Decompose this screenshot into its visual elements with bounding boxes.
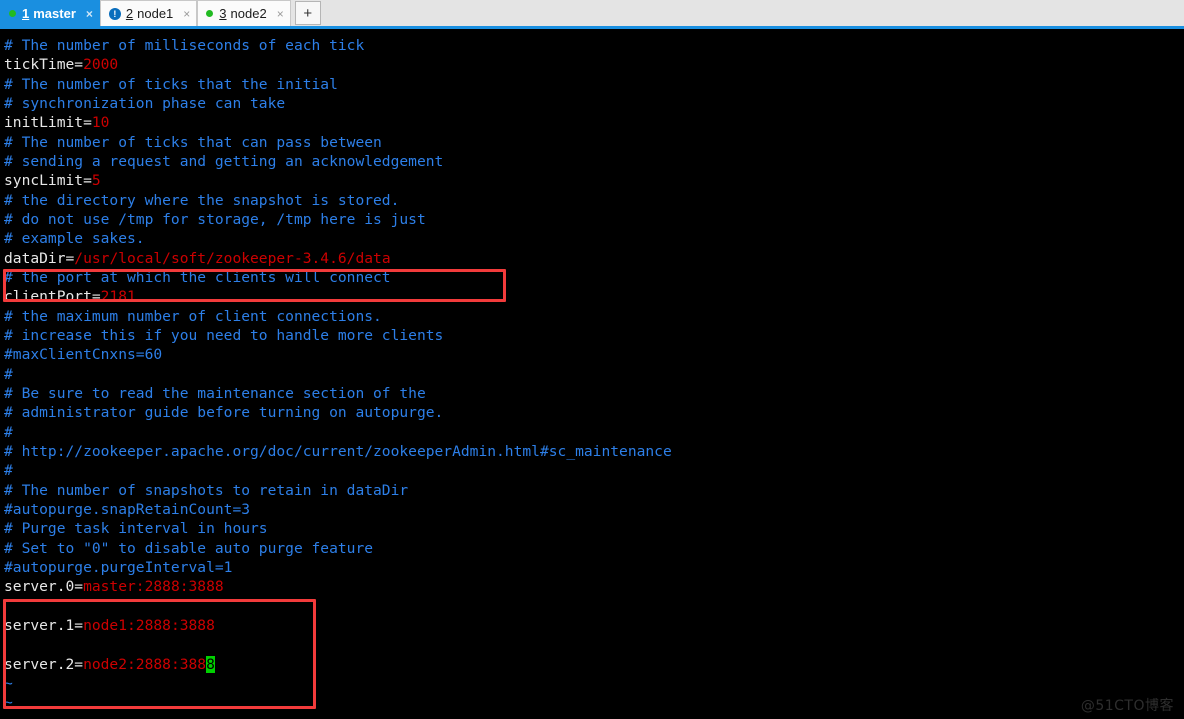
terminal-text: # http://zookeeper.apache.org/doc/curren… [4,442,672,460]
terminal-text: # [4,365,13,383]
terminal-text: dataDir= [4,249,75,267]
terminal-text: # The number of ticks that can pass betw… [4,133,382,151]
tab-number: 3 [219,6,227,21]
terminal-tab-bar: 1 master ×! 2 node1 × 3 node2 × + [0,0,1184,29]
tab-number: 1 [22,6,30,21]
tab-number: 2 [125,6,134,21]
terminal-text: # the maximum number of client connectio… [4,307,382,325]
terminal-text: ~ [4,674,13,692]
terminal-text: 10 [91,114,110,132]
terminal-text: initLimit= [4,114,92,132]
terminal-text: 2000 [83,56,119,74]
tab-label: node2 [230,6,267,21]
terminal-line: ~ [4,674,672,693]
terminal-text: server.1= [4,616,84,634]
terminal-text: # Set to "0" to disable auto purge featu… [4,539,374,557]
terminal-text: #maxClientCnxns=60 [4,346,163,364]
terminal-line: # the maximum number of client connectio… [4,307,672,326]
terminal-text: # increase this if you need to handle mo… [4,326,444,344]
terminal-line: # Purge task interval in hours [4,519,672,538]
terminal-viewport[interactable]: # The number of milliseconds of each tic… [0,29,1184,719]
tab-label: master [33,6,76,21]
terminal-line: # the directory where the snapshot is st… [4,191,672,210]
terminal-line: # do not use /tmp for storage, /tmp here… [4,210,672,229]
terminal-text: server.0= [4,578,84,596]
terminal-line: # sending a request and getting an ackno… [4,152,672,171]
text-cursor: 8 [206,655,215,673]
terminal-line: syncLimit=5 [4,171,672,190]
terminal-text: # [4,462,13,480]
terminal-line: # [4,461,672,480]
close-icon[interactable]: × [183,8,190,20]
terminal-text: # do not use /tmp for storage, /tmp here… [4,210,426,228]
terminal-text: # the port at which the clients will con… [4,268,391,286]
terminal-text: # administrator guide before turning on … [4,404,444,422]
terminal-text: tickTime= [4,56,84,74]
terminal-line: ~ [4,693,672,712]
terminal-text: ~ [4,694,13,712]
tab-master[interactable]: 1 master × [0,0,100,26]
terminal-text: # the directory where the snapshot is st… [4,191,400,209]
tab-node2[interactable]: 3 node2 × [197,0,291,26]
terminal-line: initLimit=10 [4,113,672,132]
green-dot-icon [206,10,214,17]
terminal-line: # http://zookeeper.apache.org/doc/curren… [4,442,672,461]
terminal-text: node2:2888:388 [83,655,207,673]
terminal-text: clientPort= [4,288,101,306]
terminal-line: # Be sure to read the maintenance sectio… [4,384,672,403]
terminal-text: # example sakes. [4,230,145,248]
terminal-text-buffer: # The number of milliseconds of each tic… [4,36,672,712]
terminal-text: 5 [91,172,101,190]
terminal-text: # synchronization phase can take [4,94,286,112]
terminal-line: server.1=node1:2888:3888 [4,616,672,635]
terminal-line: #autopurge.purgeInterval=1 [4,558,672,577]
terminal-text: syncLimit= [4,172,92,190]
terminal-text: server.2= [4,655,84,673]
terminal-text: # Purge task interval in hours [4,520,268,538]
terminal-line: # The number of snapshots to retain in d… [4,481,672,500]
terminal-line: # the port at which the clients will con… [4,268,672,287]
terminal-line: # The number of ticks that can pass betw… [4,133,672,152]
add-tab-label: + [303,4,313,22]
terminal-text: # Be sure to read the maintenance sectio… [4,384,426,402]
terminal-text: #autopurge.snapRetainCount=3 [4,500,251,518]
tab-label: node1 [137,6,174,21]
terminal-line: # increase this if you need to handle mo… [4,326,672,345]
terminal-text: # [4,423,13,441]
terminal-line: # [4,423,672,442]
terminal-text: # The number of milliseconds of each tic… [4,37,365,54]
terminal-line: tickTime=2000 [4,55,672,74]
terminal-text: /usr/local/soft/zookeeper-3.4.6/data [74,249,391,267]
terminal-line: clientPort=2181 [4,287,672,306]
terminal-line: server.2=node2:2888:3888 [4,655,672,674]
terminal-line: # The number of ticks that the initial [4,75,672,94]
terminal-line: # The number of milliseconds of each tic… [4,36,672,55]
terminal-line: # administrator guide before turning on … [4,403,672,422]
alert-icon: ! [108,7,121,20]
green-dot-icon [9,10,16,17]
terminal-line: # synchronization phase can take [4,94,672,113]
terminal-line: # example sakes. [4,229,672,248]
terminal-text: 2181 [100,288,136,306]
terminal-text: # The number of snapshots to retain in d… [4,481,409,499]
terminal-text: # The number of ticks that the initial [4,75,338,93]
terminal-line: # Set to "0" to disable auto purge featu… [4,539,672,558]
close-icon[interactable]: × [277,8,284,20]
watermark: @51CTO博客 [1080,698,1174,714]
terminal-line: server.0=master:2888:3888 [4,577,672,596]
tab-node1[interactable]: ! 2 node1 × [99,0,198,26]
terminal-text: master:2888:3888 [83,578,224,596]
add-tab-button[interactable]: + [294,1,321,25]
tab-list: 1 master ×! 2 node1 × 3 node2 × [0,0,291,26]
close-icon[interactable]: × [86,8,93,20]
terminal-line: #autopurge.snapRetainCount=3 [4,500,672,519]
terminal-line: dataDir=/usr/local/soft/zookeeper-3.4.6/… [4,249,672,268]
terminal-text: #autopurge.purgeInterval=1 [4,558,233,576]
terminal-text: node1:2888:3888 [83,616,215,634]
terminal-line: #maxClientCnxns=60 [4,345,672,364]
terminal-line: # [4,365,672,384]
terminal-text: # sending a request and getting an ackno… [4,152,444,170]
